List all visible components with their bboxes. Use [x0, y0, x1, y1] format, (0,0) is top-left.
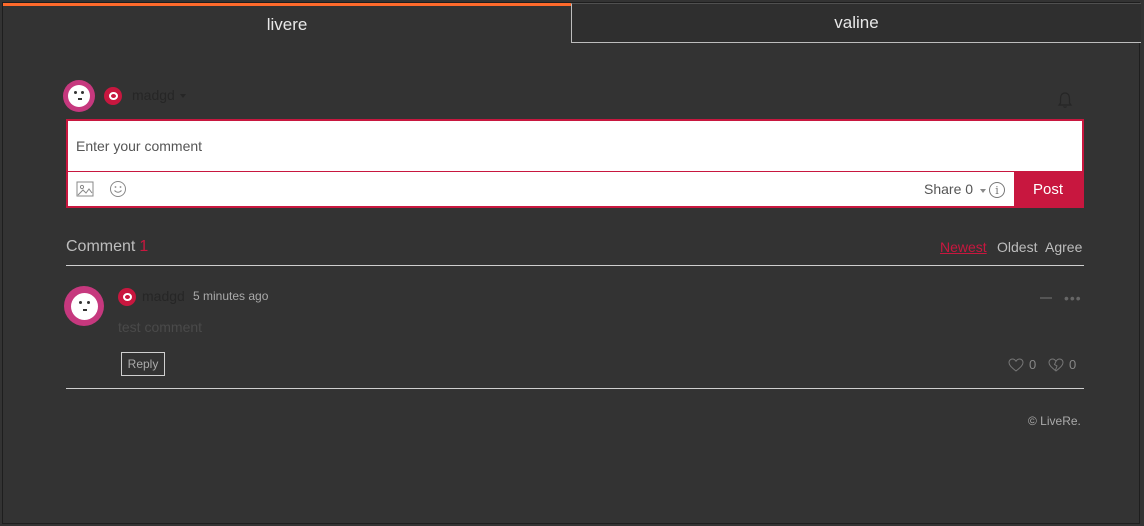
- share-button[interactable]: Share 0: [924, 181, 973, 197]
- comment-composer: Share 0 i Post: [66, 119, 1084, 208]
- divider: [66, 265, 1084, 266]
- share-label: Share: [924, 181, 962, 197]
- tab-livere-label: livere: [266, 14, 308, 34]
- copyright[interactable]: © LiveRe.: [1028, 414, 1081, 428]
- comments-title: Comment: [66, 238, 136, 255]
- reply-button[interactable]: Reply: [121, 352, 165, 376]
- like-count: 0: [1029, 357, 1037, 372]
- dislike-button[interactable]: 0: [1048, 357, 1076, 372]
- post-button[interactable]: Post: [1014, 172, 1082, 206]
- comment-username[interactable]: madgd: [142, 288, 185, 304]
- livere-service-icon: [104, 87, 122, 105]
- minimize-icon[interactable]: [1040, 297, 1052, 299]
- divider: [66, 388, 1084, 389]
- tab-valine[interactable]: valine: [571, 3, 1141, 43]
- tab-livere[interactable]: livere: [3, 3, 571, 43]
- comment-text: test comment: [118, 319, 203, 335]
- comment-timestamp: 5 minutes ago: [193, 289, 269, 303]
- user-menu-chevron-icon[interactable]: [180, 94, 186, 98]
- tab-valine-label: valine: [834, 13, 879, 32]
- comments-heading: Comment 1: [66, 238, 148, 256]
- heart-icon: [1008, 357, 1024, 372]
- comment-avatar-face: [70, 292, 98, 320]
- comments-count: 1: [139, 238, 149, 255]
- sort-newest[interactable]: Newest: [940, 239, 987, 255]
- comment-widget-frame: livere valine madgd Enter your comment S…: [2, 2, 1141, 524]
- avatar-face: [68, 85, 90, 107]
- avatar[interactable]: [63, 80, 95, 112]
- username[interactable]: madgd: [132, 87, 175, 103]
- sort-agree[interactable]: Agree: [1045, 239, 1082, 255]
- share-count: 0: [965, 181, 974, 197]
- image-icon[interactable]: [76, 180, 94, 198]
- smiley-icon[interactable]: [109, 180, 127, 198]
- broken-heart-icon: [1048, 357, 1064, 372]
- info-icon[interactable]: i: [989, 182, 1005, 198]
- bell-icon[interactable]: [1057, 91, 1073, 109]
- comment-service-icon: [118, 288, 136, 306]
- dislike-count: 0: [1069, 357, 1077, 372]
- comment-avatar[interactable]: [64, 286, 104, 326]
- share-chevron-down-icon[interactable]: [980, 189, 986, 193]
- composer-divider: [68, 171, 1082, 172]
- comment-input[interactable]: [68, 121, 1082, 171]
- like-button[interactable]: 0: [1008, 357, 1036, 372]
- more-options-icon[interactable]: •••: [1064, 290, 1082, 306]
- sort-oldest[interactable]: Oldest: [997, 239, 1037, 255]
